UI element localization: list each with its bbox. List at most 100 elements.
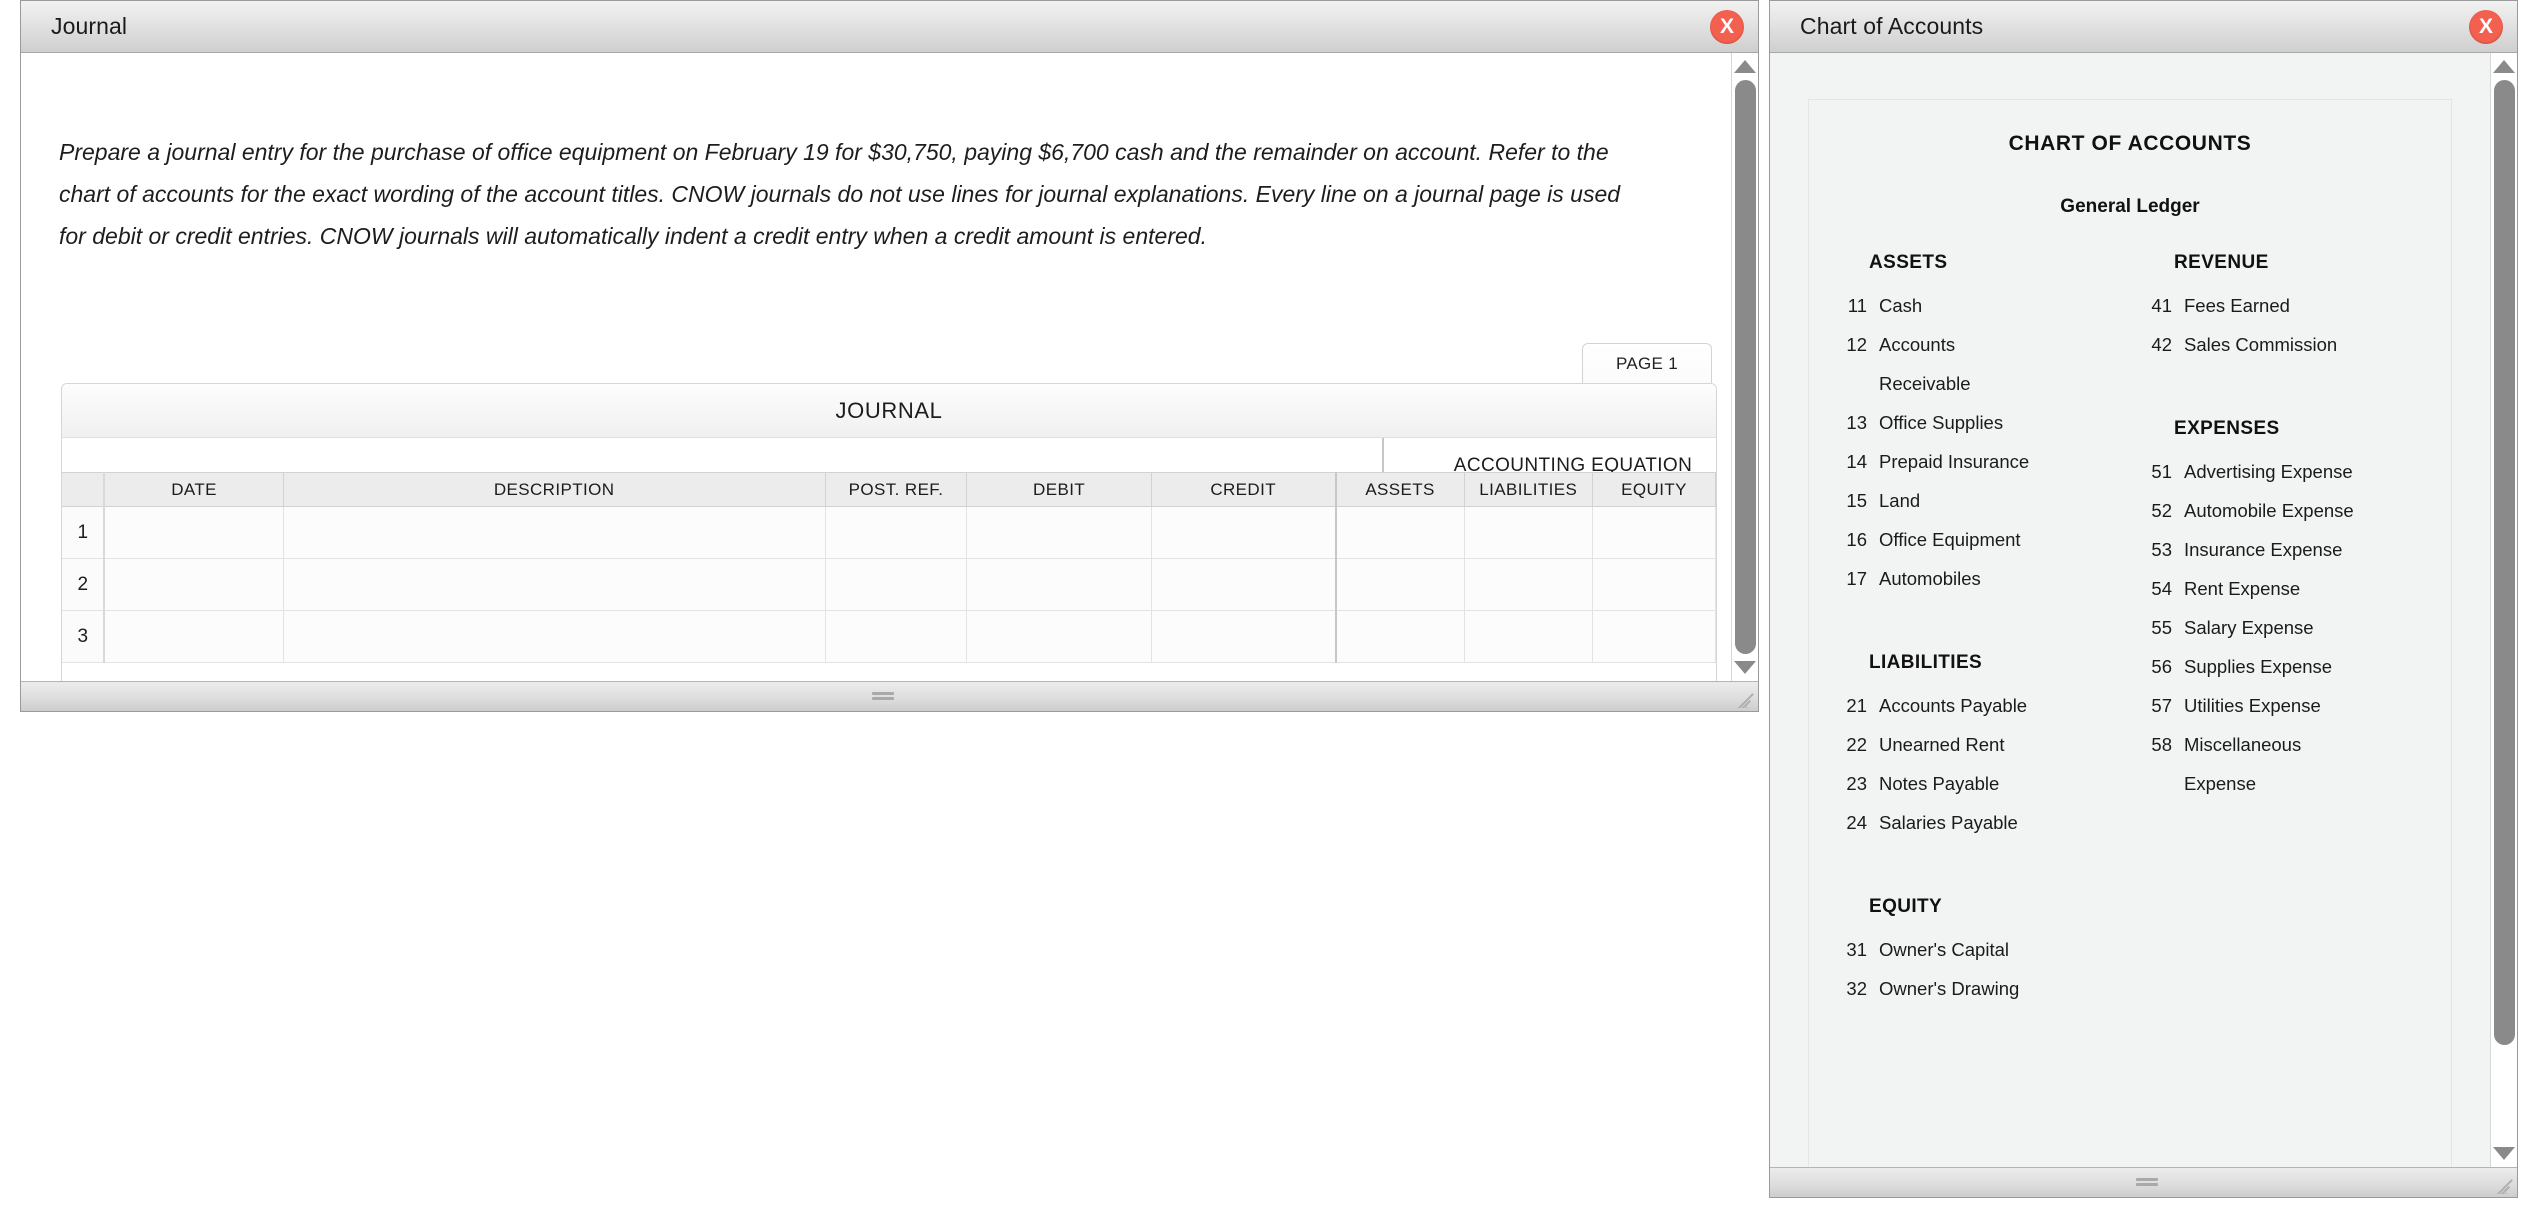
coa-card: CHART OF ACCOUNTS General Ledger ASSETS … (1808, 99, 2452, 1167)
list-item[interactable]: 22 Unearned Rent (1833, 725, 2124, 764)
account-name: Automobiles (1879, 568, 1981, 589)
page-tab-page-1[interactable]: PAGE 1 (1582, 343, 1712, 383)
col-header-liabilities: LIABILITIES (1463, 472, 1594, 507)
journal-titlebar[interactable]: Journal X (21, 1, 1758, 53)
list-item[interactable]: 55 Salary Expense (2138, 608, 2445, 647)
list-item[interactable]: 42 Sales Commission (2138, 325, 2445, 364)
cell-equity[interactable] (1592, 506, 1716, 559)
close-icon[interactable]: X (2469, 9, 2503, 44)
cell-date[interactable] (103, 558, 284, 611)
account-name: Rent Expense (2184, 578, 2301, 599)
section-header-liabilities: LIABILITIES (1869, 652, 1983, 673)
scroll-down-arrow-icon[interactable] (1734, 661, 1756, 674)
cell-date[interactable] (103, 506, 284, 559)
list-item[interactable]: 15 Land (1833, 481, 2124, 520)
section-header-equity: EQUITY (1869, 896, 1943, 917)
list-item[interactable]: 12 Accounts (1833, 325, 2124, 364)
coa-titlebar[interactable]: Chart of Accounts X (1770, 1, 2517, 53)
list-item[interactable]: 13 Office Supplies (1833, 403, 2124, 442)
cell-credit[interactable] (1150, 610, 1337, 663)
cell-post-ref[interactable] (824, 506, 968, 559)
cell-equity[interactable] (1592, 558, 1716, 611)
journal-scroll-thumb[interactable] (1735, 80, 1756, 654)
cell-description[interactable] (282, 558, 826, 611)
scroll-down-arrow-icon[interactable] (2493, 1147, 2515, 1160)
col-header-equity: EQUITY (1592, 472, 1716, 507)
account-name: Fees Earned (2184, 295, 2290, 316)
account-name: Owner's Capital (1879, 939, 2009, 960)
journal-scroll-track[interactable] (1732, 80, 1758, 654)
coa-corner-resize-icon[interactable] (2493, 1174, 2513, 1194)
list-item[interactable]: 58 Miscellaneous (2138, 725, 2445, 764)
list-item[interactable]: 11 Cash (1833, 286, 2124, 325)
journal-resize-grip-icon[interactable] (872, 691, 894, 702)
cell-description[interactable] (282, 610, 826, 663)
cell-credit[interactable] (1150, 558, 1337, 611)
cell-debit[interactable] (966, 610, 1152, 663)
cell-equity[interactable] (1592, 610, 1716, 663)
journal-vertical-scrollbar[interactable] (1731, 53, 1758, 681)
journal-sheet-footer (62, 663, 1716, 681)
list-item[interactable]: 56 Supplies Expense (2138, 647, 2445, 686)
cell-assets[interactable] (1334, 610, 1465, 663)
cell-credit[interactable] (1150, 506, 1337, 559)
list-item[interactable]: 31 Owner's Capital (1833, 930, 2124, 969)
coa-content: CHART OF ACCOUNTS General Ledger ASSETS … (1770, 53, 2490, 1167)
cell-date[interactable] (103, 610, 284, 663)
account-number: 54 (2151, 578, 2172, 599)
list-item[interactable]: 21 Accounts Payable (1833, 686, 2124, 725)
list-item[interactable]: 51 Advertising Expense (2138, 452, 2445, 491)
chart-of-accounts-window: Chart of Accounts X CHART OF ACCOUNTS Ge… (1769, 0, 2518, 1198)
coa-scroll-thumb[interactable] (2494, 80, 2515, 1045)
list-item[interactable]: 54 Rent Expense (2138, 569, 2445, 608)
cell-debit[interactable] (966, 506, 1152, 559)
cell-liabilities[interactable] (1463, 506, 1594, 559)
coa-scroll-track[interactable] (2491, 80, 2517, 1140)
account-number: 22 (1846, 734, 1867, 755)
list-item[interactable]: 41 Fees Earned (2138, 286, 2445, 325)
cell-liabilities[interactable] (1463, 610, 1594, 663)
cell-assets[interactable] (1334, 558, 1465, 611)
list-item[interactable]: 24 Salaries Payable (1833, 803, 2124, 842)
cell-liabilities[interactable] (1463, 558, 1594, 611)
row-number: 2 (62, 558, 106, 611)
account-number: 17 (1846, 568, 1867, 589)
account-number: 11 (1847, 295, 1867, 316)
section-header-expenses: EXPENSES (2174, 418, 2280, 439)
scroll-up-arrow-icon[interactable] (1734, 60, 1756, 73)
cell-post-ref[interactable] (824, 610, 968, 663)
cell-description[interactable] (282, 506, 826, 559)
coa-subheading: General Ledger (2060, 196, 2200, 217)
list-item[interactable]: 23 Notes Payable (1833, 764, 2124, 803)
account-name: Prepaid Insurance (1879, 451, 2030, 472)
scroll-up-arrow-icon[interactable] (2493, 60, 2515, 73)
list-item-continuation[interactable]: Expense (2138, 764, 2445, 803)
cell-post-ref[interactable] (824, 558, 968, 611)
account-number: 56 (2151, 656, 2172, 677)
account-number: 42 (2151, 334, 2172, 355)
journal-window-title: Journal (51, 13, 128, 39)
list-item[interactable]: 53 Insurance Expense (2138, 530, 2445, 569)
close-icon[interactable]: X (1710, 9, 1744, 44)
coa-heading: CHART OF ACCOUNTS (2008, 132, 2252, 155)
account-name: Accounts (1879, 334, 1956, 355)
coa-vertical-scrollbar[interactable] (2490, 53, 2517, 1167)
account-number: 23 (1846, 773, 1867, 794)
list-item[interactable]: 52 Automobile Expense (2138, 491, 2445, 530)
coa-right-column: REVENUE 41 Fees Earned 42 Sales Commissi… (2130, 252, 2451, 1008)
coa-resize-grip-icon[interactable] (2136, 1177, 2158, 1188)
journal-body: Prepare a journal entry for the purchase… (21, 53, 1758, 681)
list-item[interactable]: 16 Office Equipment (1833, 520, 2124, 559)
cell-debit[interactable] (966, 558, 1152, 611)
list-item[interactable]: 57 Utilities Expense (2138, 686, 2445, 725)
col-header-date: DATE (103, 472, 284, 507)
list-item[interactable]: 32 Owner's Drawing (1833, 969, 2124, 1008)
account-name: Supplies Expense (2184, 656, 2333, 677)
account-name: Owner's Drawing (1879, 978, 2020, 999)
journal-corner-resize-icon[interactable] (1734, 688, 1754, 708)
list-item-continuation[interactable]: Receivable (1833, 364, 2124, 403)
cell-assets[interactable] (1334, 506, 1465, 559)
list-item[interactable]: 14 Prepaid Insurance (1833, 442, 2124, 481)
list-item[interactable]: 17 Automobiles (1833, 559, 2124, 598)
journal-sheet: JOURNAL ACCOUNTING EQUATION DATE DESCRIP… (61, 383, 1717, 681)
